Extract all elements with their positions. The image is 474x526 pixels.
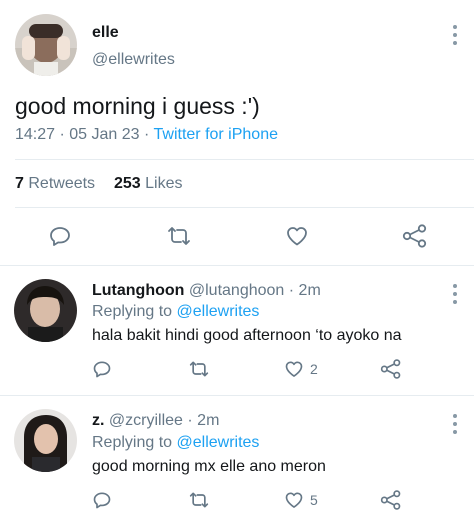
more-icon[interactable]: [452, 414, 458, 434]
reply-text: hala bakit hindi good afternoon ‘to ayok…: [92, 327, 402, 344]
replying-to: Replying to @ellewrites: [92, 303, 259, 321]
reply-header: z. @zcryillee · 2m: [92, 412, 219, 430]
heart-icon[interactable]: [284, 490, 304, 510]
tweet-text: good morning i guess :'): [15, 93, 260, 119]
replying-to-label: Replying to: [92, 303, 173, 320]
heart-icon[interactable]: [285, 224, 309, 248]
retweets-stat[interactable]: 7 Retweets: [15, 175, 100, 192]
divider: [15, 207, 474, 208]
tweet-meta: 14:27 · 05 Jan 23 · Twitter for iPhone: [15, 126, 278, 144]
retweet-icon[interactable]: [188, 490, 210, 510]
likes-label: Likes: [145, 175, 183, 192]
like-action[interactable]: 5: [284, 490, 318, 510]
reply-icon[interactable]: [48, 224, 72, 248]
reply-author-handle[interactable]: @lutanghoon: [189, 282, 284, 299]
tweet-date[interactable]: 05 Jan 23: [69, 126, 139, 143]
reply-author-name[interactable]: z.: [92, 412, 104, 429]
reply-icon[interactable]: [92, 490, 112, 510]
like-count: 2: [310, 361, 318, 377]
share-icon[interactable]: [402, 224, 428, 248]
like-action[interactable]: 2: [284, 359, 318, 379]
reply-avatar[interactable]: [14, 409, 77, 472]
more-icon[interactable]: [452, 284, 458, 304]
reply-icon[interactable]: [92, 359, 112, 379]
reply-avatar[interactable]: [14, 279, 77, 342]
likes-stat[interactable]: 253 Likes: [114, 175, 183, 192]
tweet-source[interactable]: Twitter for iPhone: [154, 126, 279, 143]
divider: [15, 159, 474, 160]
reply-time[interactable]: · 2m: [187, 412, 219, 429]
meta-separator: ·: [59, 126, 65, 143]
tweet-stats: 7 Retweets 253 Likes: [15, 175, 182, 193]
replying-to-handle[interactable]: @ellewrites: [177, 303, 260, 320]
reply-author-name[interactable]: Lutanghoon: [92, 282, 184, 299]
retweets-count: 7: [15, 175, 24, 192]
replying-to: Replying to @ellewrites: [92, 434, 259, 452]
replying-to-label: Replying to: [92, 434, 173, 451]
reply-text: good morning mx elle ano meron: [92, 458, 326, 475]
retweet-icon[interactable]: [188, 359, 210, 379]
like-count: 5: [310, 492, 318, 508]
share-icon[interactable]: [380, 359, 402, 379]
retweet-icon[interactable]: [166, 224, 192, 248]
reply-author-handle[interactable]: @zcryillee: [109, 412, 183, 429]
retweets-label: Retweets: [28, 175, 96, 192]
author-name[interactable]: elle: [92, 24, 119, 42]
reply-time[interactable]: · 2m: [289, 282, 321, 299]
author-avatar[interactable]: [15, 14, 77, 76]
tweet-time: 14:27: [15, 126, 56, 143]
reply-header: Lutanghoon @lutanghoon · 2m: [92, 282, 321, 300]
likes-count: 253: [113, 175, 141, 192]
share-icon[interactable]: [380, 490, 402, 510]
replying-to-handle[interactable]: @ellewrites: [177, 434, 260, 451]
author-handle[interactable]: @ellewrites: [92, 51, 175, 69]
more-icon[interactable]: [452, 25, 458, 45]
meta-separator: ·: [144, 126, 150, 143]
heart-icon[interactable]: [284, 359, 304, 379]
